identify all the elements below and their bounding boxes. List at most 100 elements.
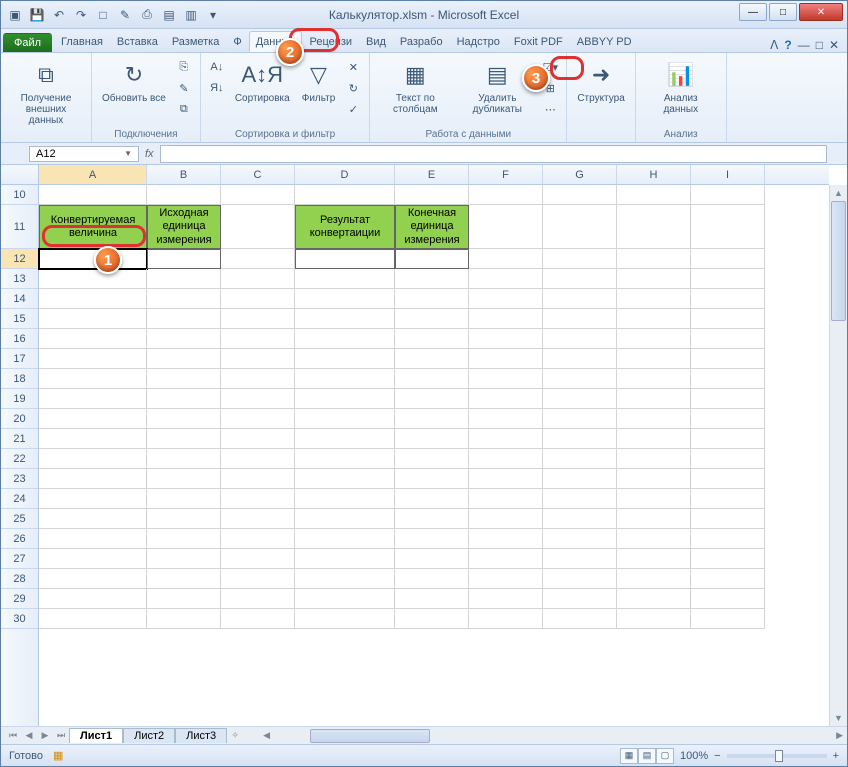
row-header-18[interactable]: 18 [1,369,38,389]
cell-I23[interactable] [691,469,765,489]
cell-I18[interactable] [691,369,765,389]
cell-F27[interactable] [469,549,543,569]
cell-D20[interactable] [295,409,395,429]
cell-C20[interactable] [221,409,295,429]
redo-icon[interactable]: ↷ [71,5,91,25]
cell-G23[interactable] [543,469,617,489]
cell-D16[interactable] [295,329,395,349]
cell-D28[interactable] [295,569,395,589]
row-header-13[interactable]: 13 [1,269,38,289]
cell-I26[interactable] [691,529,765,549]
cell-I11[interactable] [691,205,765,249]
qat-dropdown-icon[interactable]: ▾ [203,5,223,25]
cell-D24[interactable] [295,489,395,509]
cell-C26[interactable] [221,529,295,549]
cell-E15[interactable] [395,309,469,329]
new-icon[interactable]: □ [93,5,113,25]
cell-A24[interactable] [39,489,147,509]
excel-icon[interactable]: ▣ [5,5,25,25]
cell-F30[interactable] [469,609,543,629]
cell-G10[interactable] [543,185,617,205]
zoom-out-icon[interactable]: − [714,750,720,762]
cell-B19[interactable] [147,389,221,409]
tab-foxit pdf[interactable]: Foxit PDF [507,31,570,52]
sheet-nav-last-icon[interactable]: ⏭ [53,730,69,741]
cell-D15[interactable] [295,309,395,329]
col-header-E[interactable]: E [395,165,469,184]
cell-I29[interactable] [691,589,765,609]
cell-F21[interactable] [469,429,543,449]
sheet-tab-Лист3[interactable]: Лист3 [175,728,227,743]
maximize-button[interactable]: □ [769,3,797,21]
cell-G14[interactable] [543,289,617,309]
cell-G12[interactable] [543,249,617,269]
tab-рецензи[interactable]: Рецензи [302,31,359,52]
zoom-in-icon[interactable]: + [833,750,839,762]
cell-H10[interactable] [617,185,691,205]
cell-H25[interactable] [617,509,691,529]
cell-B21[interactable] [147,429,221,449]
cell-F26[interactable] [469,529,543,549]
view-layout-icon[interactable]: ▤ [638,748,656,764]
row-header-27[interactable]: 27 [1,549,38,569]
cell-A28[interactable] [39,569,147,589]
ribbon-small-button[interactable]: A↓ [207,57,227,77]
cell-D18[interactable] [295,369,395,389]
col-header-F[interactable]: F [469,165,543,184]
cell-G30[interactable] [543,609,617,629]
row-header-28[interactable]: 28 [1,569,38,589]
cell-D10[interactable] [295,185,395,205]
cell-E11[interactable]: Конечная единица измерения [395,205,469,249]
cell-C15[interactable] [221,309,295,329]
cell-I25[interactable] [691,509,765,529]
cell-H15[interactable] [617,309,691,329]
scroll-thumb-h[interactable] [310,729,430,743]
cell-H14[interactable] [617,289,691,309]
cell-C22[interactable] [221,449,295,469]
ribbon-button[interactable]: 📊Анализ данных [642,57,720,117]
cell-A11[interactable]: Конвертируемая величина [39,205,147,249]
ribbon-small-button[interactable]: ✓ [343,99,363,119]
cell-I13[interactable] [691,269,765,289]
cell-D14[interactable] [295,289,395,309]
cell-G24[interactable] [543,489,617,509]
tab-главная[interactable]: Главная [54,31,110,52]
row-header-19[interactable]: 19 [1,389,38,409]
scroll-down-icon[interactable]: ▼ [830,710,847,726]
minimize-button[interactable]: — [739,3,767,21]
cell-B23[interactable] [147,469,221,489]
cell-H30[interactable] [617,609,691,629]
row-header-11[interactable]: 11 [1,205,38,249]
tab-разрабо[interactable]: Разрабо [393,31,450,52]
cell-B26[interactable] [147,529,221,549]
scroll-right-icon[interactable]: ▶ [832,730,847,741]
cell-D22[interactable] [295,449,395,469]
cell-A15[interactable] [39,309,147,329]
row-header-23[interactable]: 23 [1,469,38,489]
scroll-up-icon[interactable]: ▲ [830,185,847,201]
cell-I14[interactable] [691,289,765,309]
cell-C16[interactable] [221,329,295,349]
fx-icon[interactable]: fx [145,148,154,160]
cell-H16[interactable] [617,329,691,349]
cell-I16[interactable] [691,329,765,349]
sheet-tab-Лист1[interactable]: Лист1 [69,728,123,743]
select-all-corner[interactable] [1,165,39,185]
cell-A16[interactable] [39,329,147,349]
cell-F24[interactable] [469,489,543,509]
grid[interactable]: Конвертируемая величинаИсходная единица … [39,185,829,726]
cell-D26[interactable] [295,529,395,549]
cell-C27[interactable] [221,549,295,569]
cell-D21[interactable] [295,429,395,449]
cell-F25[interactable] [469,509,543,529]
cell-I17[interactable] [691,349,765,369]
cell-H22[interactable] [617,449,691,469]
cell-I27[interactable] [691,549,765,569]
tab-ф[interactable]: Ф [226,31,248,52]
cell-B22[interactable] [147,449,221,469]
cell-B14[interactable] [147,289,221,309]
cell-G11[interactable] [543,205,617,249]
col-header-C[interactable]: C [221,165,295,184]
cell-H12[interactable] [617,249,691,269]
cell-C29[interactable] [221,589,295,609]
